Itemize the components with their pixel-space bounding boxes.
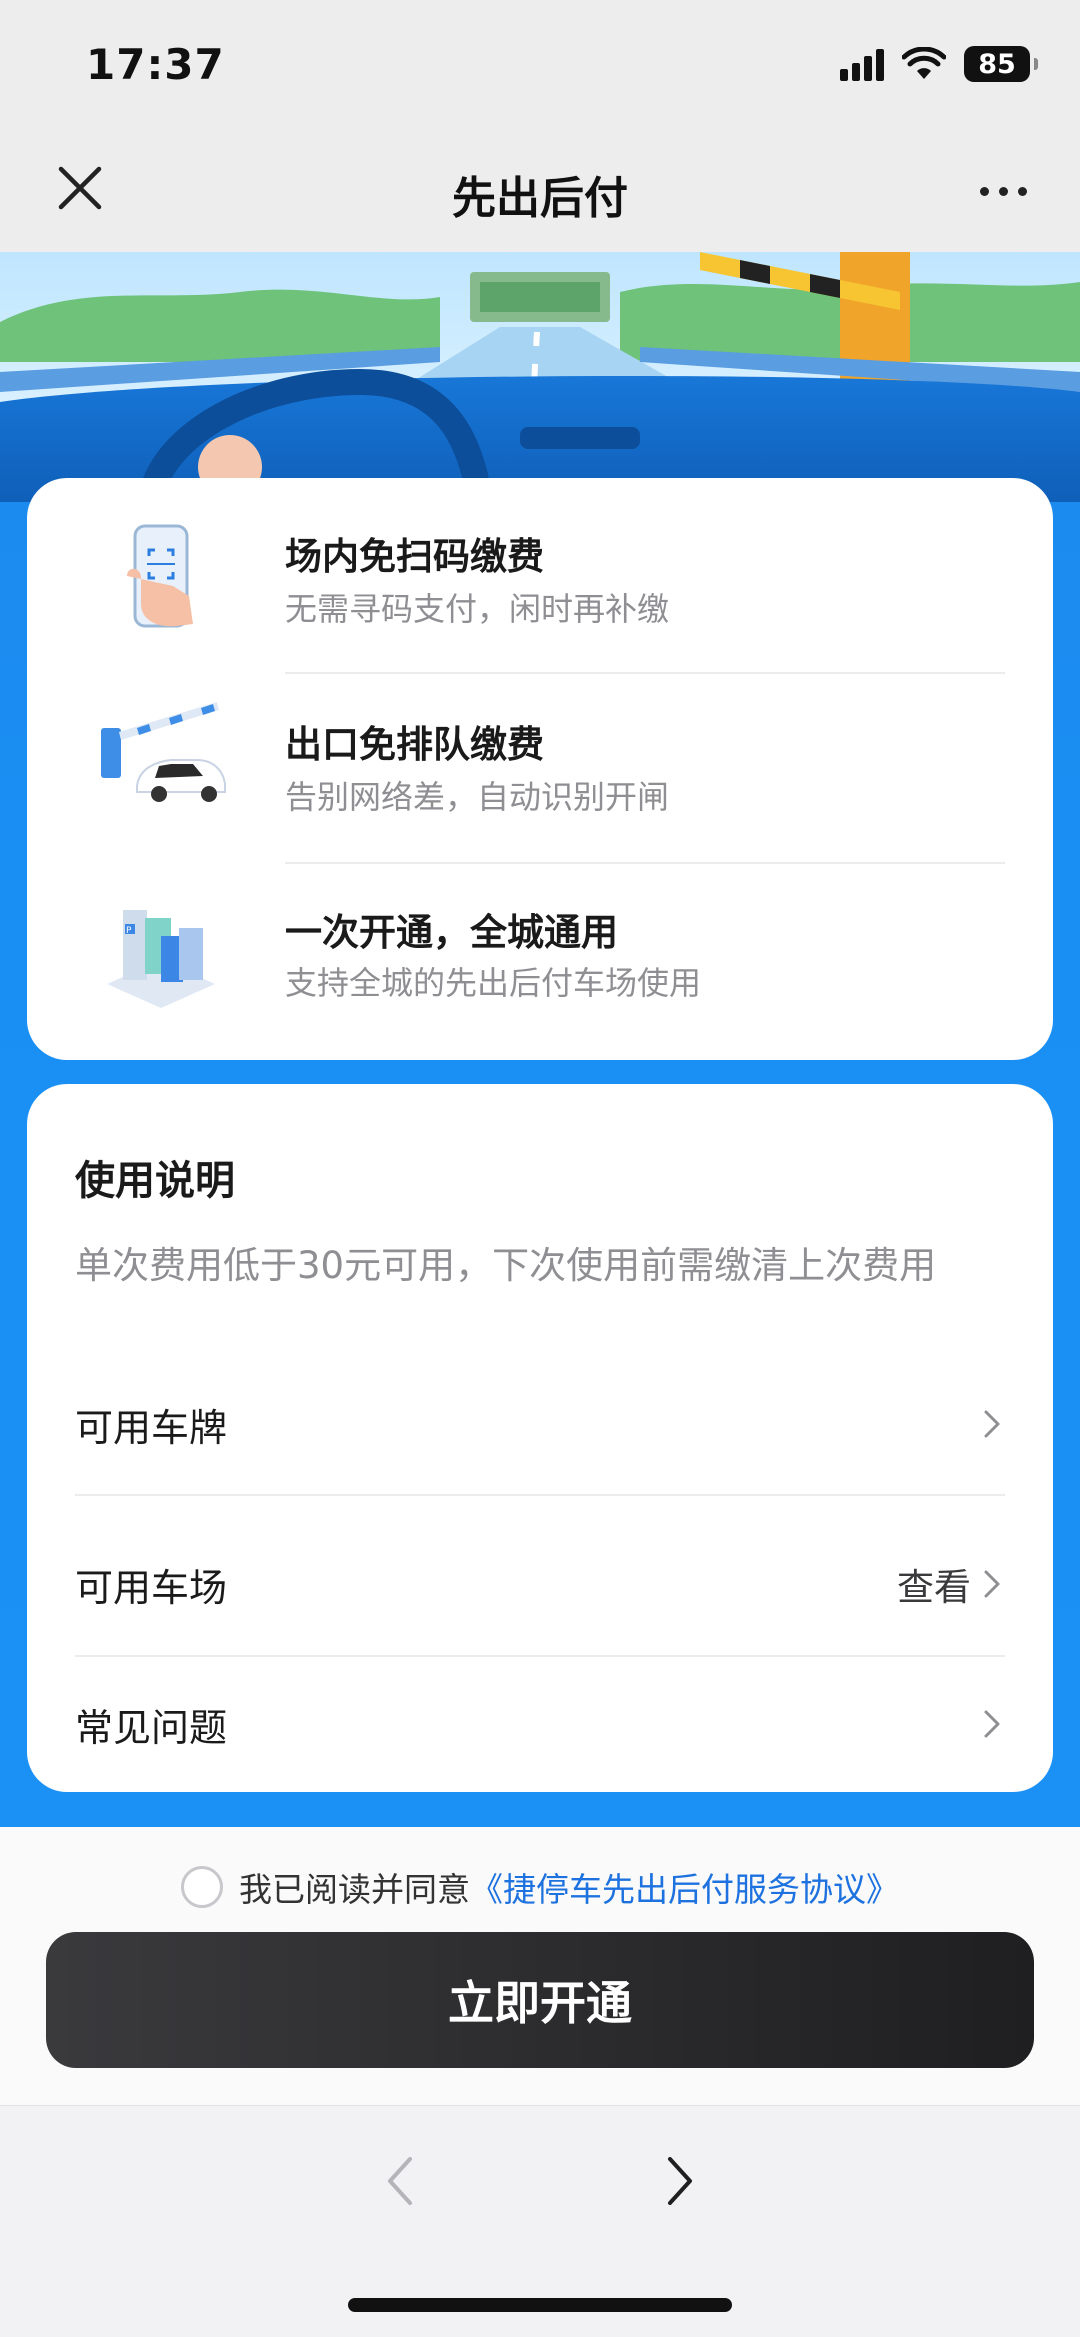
- signal-icon: [840, 47, 884, 81]
- status-bar: 17:37 85: [0, 0, 1080, 130]
- features-card: 场内免扫码缴费 无需寻码支付，闲时再补缴 出口免排队缴费 告别网络差，自动识别开…: [27, 478, 1053, 1060]
- activate-button[interactable]: 立即开通: [46, 1932, 1034, 2068]
- feature-item: 场内免扫码缴费 无需寻码支付，闲时再补缴: [27, 478, 1053, 674]
- phone-scan-icon: [127, 524, 193, 628]
- chevron-right-icon: [983, 1406, 1005, 1442]
- row-available-lots[interactable]: 可用车场 查看: [75, 1534, 1005, 1634]
- hero-banner: [0, 252, 1080, 502]
- feature-subtitle: 支持全城的先出后付车场使用: [285, 964, 702, 1002]
- status-icons: 85: [840, 44, 1038, 84]
- status-time: 17:37: [86, 40, 225, 89]
- row-available-plates[interactable]: 可用车牌: [75, 1374, 1005, 1474]
- city-buildings-icon: P: [107, 910, 215, 1008]
- chevron-right-icon: [983, 1566, 1005, 1602]
- app-root: 17:37 85 先出后付 场内免扫码缴费 无需寻码支付，闲时再补缴 出口免排队…: [0, 0, 1080, 2337]
- feature-subtitle: 无需寻码支付，闲时再补缴: [285, 590, 670, 628]
- more-button[interactable]: [968, 176, 1038, 206]
- nav-bar: 先出后付: [0, 130, 1080, 252]
- chevron-right-icon: [668, 2157, 692, 2205]
- svg-text:P: P: [126, 926, 132, 936]
- instructions-description: 单次费用低于30元可用，下次使用前需缴清上次费用: [75, 1244, 937, 1287]
- row-label: 可用车场: [75, 1565, 228, 1610]
- back-button[interactable]: [370, 2146, 430, 2216]
- page-title: 先出后付: [452, 173, 628, 224]
- row-value: 查看: [897, 1566, 971, 1609]
- battery-icon: 85: [964, 46, 1038, 82]
- row-label: 常见问题: [75, 1705, 228, 1750]
- feature-title: 场内免扫码缴费: [285, 535, 544, 578]
- row-faq[interactable]: 常见问题: [75, 1674, 1005, 1774]
- divider: [75, 1494, 1005, 1496]
- chevron-left-icon: [388, 2157, 412, 2205]
- feature-subtitle: 告别网络差，自动识别开闸: [285, 778, 670, 816]
- more-icon: [979, 186, 989, 196]
- agreement-checkbox[interactable]: [181, 1866, 223, 1908]
- feature-item: P 一次开通，全城通用 支持全城的先出后付车场使用: [27, 862, 1053, 1052]
- feature-item: 出口免排队缴费 告别网络差，自动识别开闸: [27, 670, 1053, 864]
- feature-title: 一次开通，全城通用: [285, 911, 618, 954]
- wifi-icon: [902, 47, 946, 79]
- gate-car-icon: [101, 702, 226, 802]
- agreement-text: 我已阅读并同意: [239, 1870, 470, 1909]
- instructions-card: 使用说明 单次费用低于30元可用，下次使用前需缴清上次费用 可用车牌 可用车场 …: [27, 1084, 1053, 1792]
- bottom-action-area: 我已阅读并同意 《捷停车先出后付服务协议》 立即开通: [0, 1827, 1080, 2105]
- hero-illustration: [0, 252, 1080, 502]
- chevron-right-icon: [983, 1706, 1005, 1742]
- home-indicator[interactable]: [348, 2298, 732, 2312]
- divider: [75, 1655, 1005, 1657]
- forward-button[interactable]: [650, 2146, 710, 2216]
- feature-title: 出口免排队缴费: [285, 723, 544, 766]
- instructions-heading: 使用说明: [75, 1158, 235, 1204]
- row-label: 可用车牌: [75, 1405, 228, 1450]
- agreement-row: 我已阅读并同意 《捷停车先出后付服务协议》: [0, 1863, 1080, 1911]
- agreement-link[interactable]: 《捷停车先出后付服务协议》: [470, 1863, 899, 1911]
